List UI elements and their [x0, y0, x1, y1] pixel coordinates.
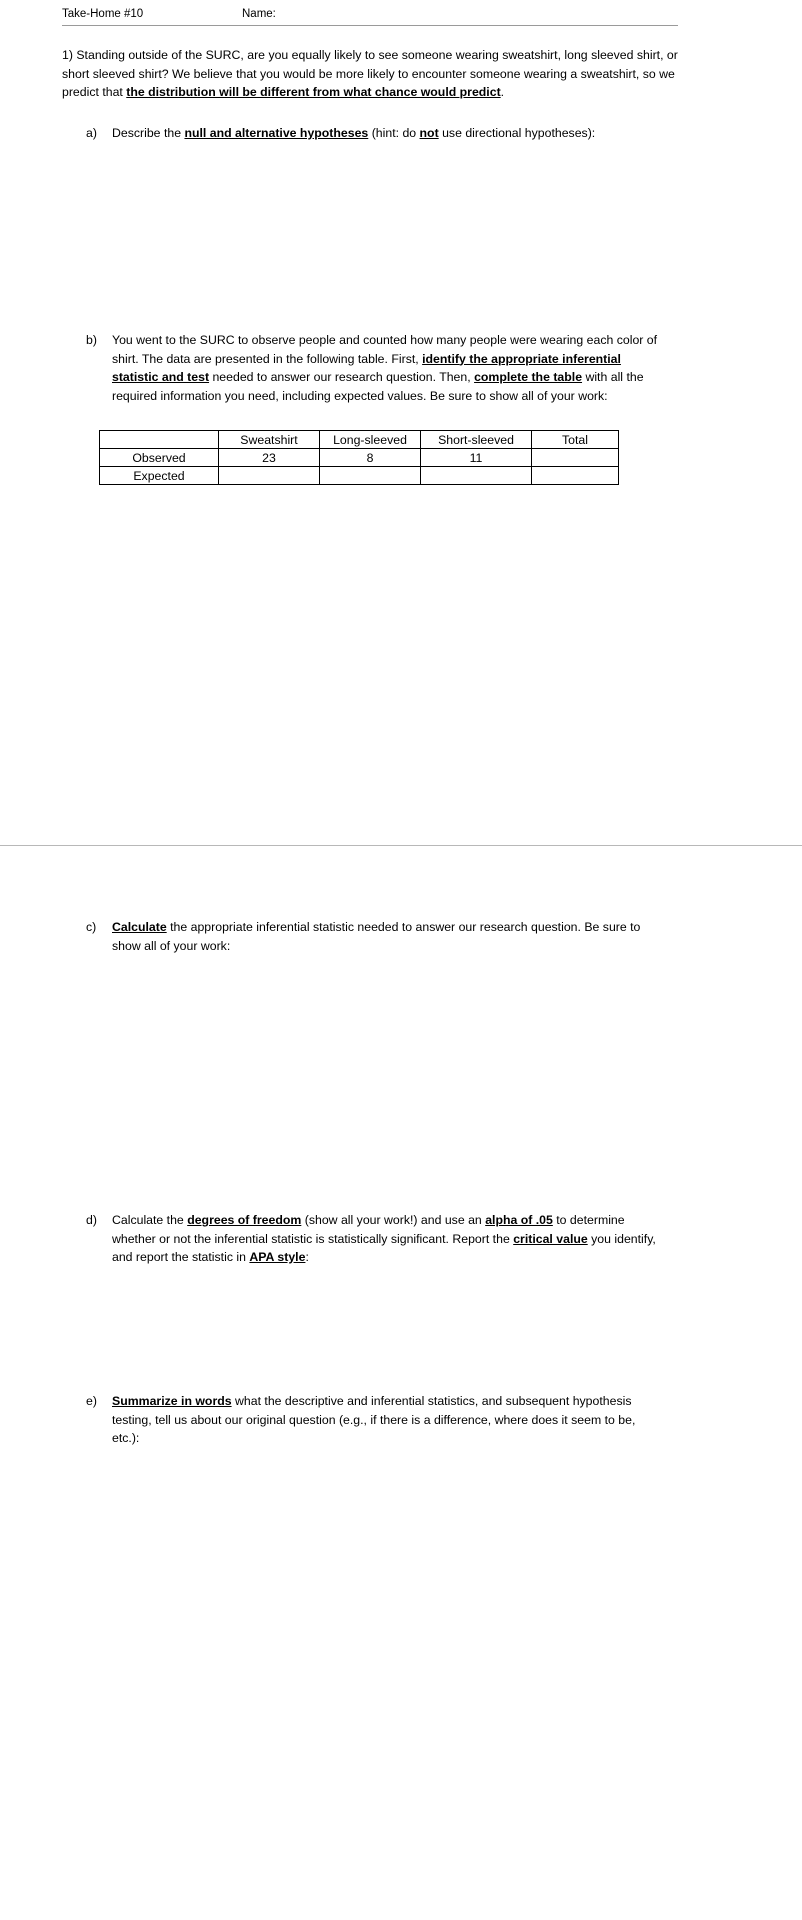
table-header-short-sleeved: Short-sleeved: [420, 430, 532, 449]
part-d-marker: d): [86, 1213, 97, 1227]
expected-short-sleeved-value[interactable]: [420, 466, 532, 485]
part-d-text-5: :: [305, 1250, 309, 1264]
part-d-emphasis-4: APA style: [249, 1250, 306, 1264]
part-a: a) Describe the null and alternative hyp…: [86, 124, 666, 143]
part-d-emphasis-1: degrees of freedom: [187, 1213, 302, 1227]
question-intro-text-2: .: [500, 85, 505, 99]
question-emphasis: the distribution will be different from …: [126, 85, 501, 99]
part-b: b) You went to the SURC to observe peopl…: [86, 331, 666, 405]
part-c-emphasis-1: Calculate: [112, 920, 167, 934]
part-a-body: Describe the null and alternative hypoth…: [112, 124, 666, 143]
expected-total-value[interactable]: [531, 466, 619, 485]
table-header-row: Sweatshirt Long-sleeved Short-sleeved To…: [99, 430, 619, 449]
part-a-marker: a): [86, 126, 97, 140]
observed-expected-table: Sweatshirt Long-sleeved Short-sleeved To…: [99, 430, 619, 485]
table-row: Observed 23 8 11: [99, 448, 619, 467]
observed-long-sleeved-value[interactable]: 8: [319, 448, 421, 467]
part-c-body: Calculate the appropriate inferential st…: [112, 918, 666, 955]
name-field-label: Name:: [242, 8, 276, 20]
part-d: d) Calculate the degrees of freedom (sho…: [86, 1211, 666, 1267]
part-c-marker: c): [86, 920, 97, 934]
question-number: 1): [62, 48, 73, 62]
part-e-emphasis-1: Summarize in words: [112, 1394, 232, 1408]
table-header-long-sleeved: Long-sleeved: [319, 430, 421, 449]
table-row: Expected: [99, 466, 619, 485]
expected-long-sleeved-value[interactable]: [319, 466, 421, 485]
page-header: Take-Home #10 Name:: [62, 5, 677, 27]
part-d-emphasis-3: critical value: [513, 1231, 588, 1246]
part-c: c) Calculate the appropriate inferential…: [86, 918, 666, 955]
question-1-prompt: 1) Standing outside of the SURC, are you…: [62, 46, 678, 102]
observed-short-sleeved-value[interactable]: 11: [420, 448, 532, 467]
row-label-observed: Observed: [99, 448, 219, 467]
observed-sweatshirt-value[interactable]: 23: [218, 448, 320, 467]
part-d-body: Calculate the degrees of freedom (show a…: [112, 1211, 666, 1267]
part-d-text-1: Calculate the: [112, 1213, 188, 1227]
part-e: e) Summarize in words what the descripti…: [86, 1392, 666, 1448]
part-e-marker: e): [86, 1394, 97, 1408]
header-divider: [62, 25, 678, 26]
part-d-emphasis-2: alpha of .05: [485, 1213, 553, 1227]
assignment-title: Take-Home #10: [62, 8, 144, 20]
part-d-text-2: (show all your work!) and use an: [301, 1213, 486, 1227]
part-a-text-1: Describe the: [112, 126, 185, 140]
part-a-text-3: use directional hypotheses):: [438, 126, 596, 140]
table-header-blank: [99, 430, 219, 449]
expected-sweatshirt-value[interactable]: [218, 466, 320, 485]
part-e-body: Summarize in words what the descriptive …: [112, 1392, 666, 1448]
row-label-expected: Expected: [99, 466, 219, 485]
table-header-sweatshirt: Sweatshirt: [218, 430, 320, 449]
observed-total-value[interactable]: [531, 448, 619, 467]
table-header-total: Total: [531, 430, 619, 449]
part-b-marker: b): [86, 333, 97, 347]
part-b-body: You went to the SURC to observe people a…: [112, 331, 666, 405]
part-b-text-2: needed to answer our research question. …: [209, 370, 475, 384]
part-a-emphasis-2: not: [419, 126, 439, 140]
worksheet-page: Take-Home #10 Name: 1) Standing outside …: [0, 0, 802, 1920]
part-c-text-1: the appropriate inferential statistic ne…: [112, 920, 641, 953]
part-a-emphasis-1: null and alternative hypotheses: [184, 126, 369, 140]
part-b-emphasis-2: complete the table: [474, 370, 583, 384]
part-a-text-2: (hint: do: [368, 126, 420, 140]
page-break-divider: [0, 845, 802, 846]
